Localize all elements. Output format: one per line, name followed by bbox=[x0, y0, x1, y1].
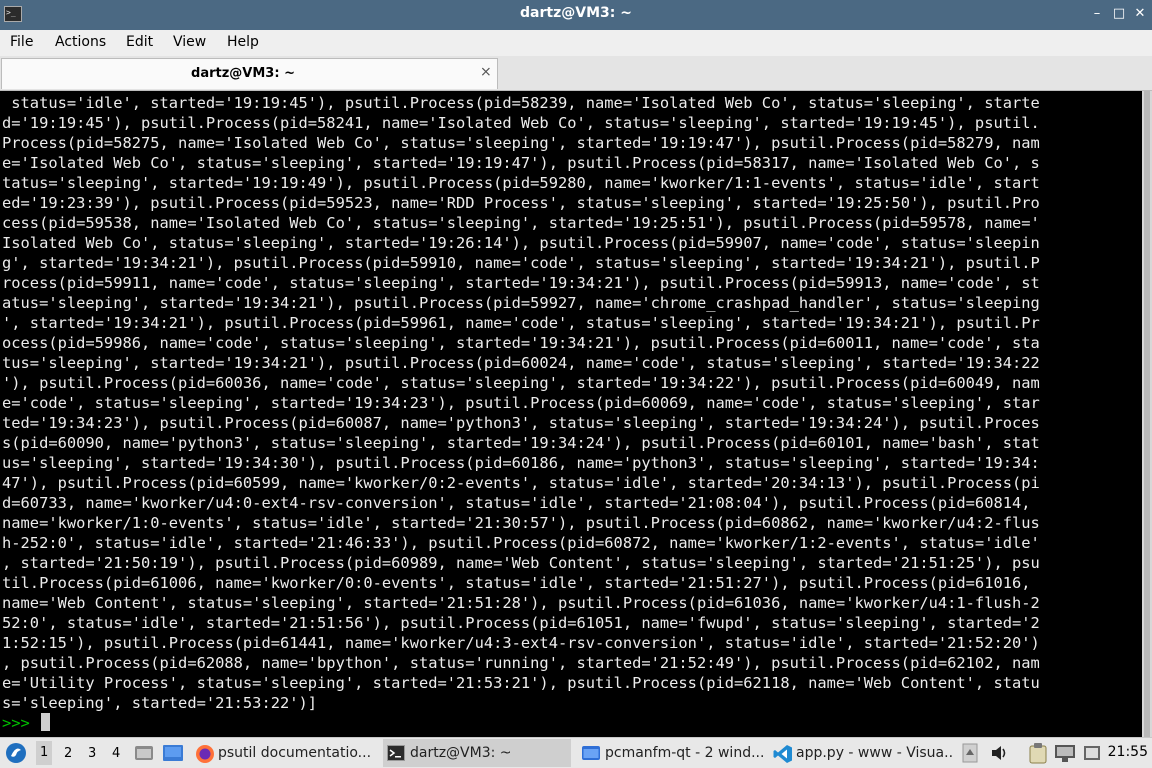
terminal-line: e='Isolated Web Co', status='sleeping', … bbox=[2, 154, 1040, 172]
terminal-line: status='idle', started='19:19:45'), psut… bbox=[2, 94, 1040, 112]
menu-help[interactable]: Help bbox=[227, 34, 259, 50]
terminal-line: 47'), psutil.Process(pid=60599, name='kw… bbox=[2, 474, 1040, 492]
desktop-1-button[interactable]: 1 bbox=[36, 741, 53, 765]
volume-icon[interactable] bbox=[990, 743, 1010, 763]
menu-view[interactable]: View bbox=[173, 34, 206, 50]
terminal-scrollbar[interactable] bbox=[1142, 91, 1152, 737]
tab-terminal[interactable]: dartz@VM3: ~ ⨯ bbox=[1, 58, 498, 89]
window-title: dartz@VM3: ~ bbox=[520, 5, 632, 21]
terminal-line: name='kworker/1:0-events', status='idle'… bbox=[2, 514, 1040, 532]
power-manager-icon[interactable] bbox=[1082, 743, 1102, 763]
task-terminal-label: dartz@VM3: ~ bbox=[410, 745, 512, 761]
text-cursor bbox=[41, 713, 50, 731]
terminal-line: e='Utility Process', status='sleeping', … bbox=[2, 674, 1040, 692]
desktop-3-button[interactable]: 3 bbox=[88, 746, 96, 761]
task-pcmanfm[interactable]: pcmanfm-qt - 2 wind... bbox=[578, 739, 763, 767]
terminal-line: e='code', status='sleeping', started='19… bbox=[2, 394, 1040, 412]
task-pcmanfm-label: pcmanfm-qt - 2 wind... bbox=[605, 745, 763, 761]
terminal-line: ted='19:34:23'), psutil.Process(pid=6008… bbox=[2, 414, 1040, 432]
menu-edit[interactable]: Edit bbox=[126, 34, 153, 50]
python-prompt: >>> bbox=[2, 714, 40, 732]
terminal-line: til.Process(pid=61006, name='kworker/0:0… bbox=[2, 574, 1031, 592]
terminal-line: s='sleeping', started='21:53:22')] bbox=[2, 694, 318, 712]
terminal-output-area[interactable]: status='idle', started='19:19:45'), psut… bbox=[0, 91, 1142, 737]
terminal-output-text: status='idle', started='19:19:45'), psut… bbox=[2, 93, 1132, 713]
close-button[interactable]: ✕ bbox=[1131, 5, 1149, 23]
scrollbar-thumb[interactable] bbox=[1144, 91, 1150, 737]
folder-icon bbox=[582, 746, 600, 760]
minimize-button[interactable]: – bbox=[1088, 5, 1106, 23]
terminal-line: d='19:19:45'), psutil.Process(pid=58241,… bbox=[2, 114, 1040, 132]
tab-bar: dartz@VM3: ~ ⨯ bbox=[0, 56, 1152, 91]
menu-file[interactable]: File bbox=[10, 34, 33, 50]
terminal-line: ', started='19:34:21'), psutil.Process(p… bbox=[2, 314, 1040, 332]
terminal-line: d=60733, name='kworker/u4:0-ext4-rsv-con… bbox=[2, 494, 1031, 512]
terminal-line: Process(pid=58275, name='Isolated Web Co… bbox=[2, 134, 1040, 152]
file-manager-launcher-icon[interactable] bbox=[134, 744, 154, 762]
menu-actions[interactable]: Actions bbox=[55, 34, 106, 50]
terminal-line: ocess(pid=59986, name='code', status='sl… bbox=[2, 334, 1040, 352]
task-vscode[interactable]: app.py - www - Visua... bbox=[770, 739, 954, 767]
terminal-line: g', started='19:34:21'), psutil.Process(… bbox=[2, 254, 1040, 272]
task-firefox[interactable]: psutil documentatio... bbox=[192, 739, 377, 767]
tab-close-icon[interactable]: ⨯ bbox=[480, 64, 492, 80]
terminal-line: s(pid=60090, name='python3', status='sle… bbox=[2, 434, 1040, 452]
desktop-2-button[interactable]: 2 bbox=[64, 746, 72, 761]
terminal-line: us='sleeping', started='19:34:30'), psut… bbox=[2, 454, 1040, 472]
terminal-line: , started='21:50:19'), psutil.Process(pi… bbox=[2, 554, 1040, 572]
desktop-4-button[interactable]: 4 bbox=[112, 746, 120, 761]
menu-bar: File Actions Edit View Help bbox=[0, 30, 1152, 56]
terminal-line: cess(pid=59538, name='Isolated Web Co', … bbox=[2, 214, 1040, 232]
network-icon[interactable] bbox=[1054, 743, 1076, 763]
firefox-icon bbox=[196, 745, 214, 763]
clock[interactable]: 21:55 bbox=[1108, 744, 1148, 760]
maximize-button[interactable]: □ bbox=[1110, 5, 1128, 23]
task-vscode-label: app.py - www - Visua... bbox=[796, 745, 954, 761]
terminal-line: Isolated Web Co', status='sleeping', sta… bbox=[2, 234, 1040, 252]
terminal-line: 52:0', status='idle', started='21:51:56'… bbox=[2, 614, 1040, 632]
terminal-line: atus='sleeping', started='19:34:21'), ps… bbox=[2, 294, 1040, 312]
terminal-icon bbox=[387, 745, 405, 761]
terminal-line: 1:52:15'), psutil.Process(pid=61441, nam… bbox=[2, 634, 1040, 652]
taskbar: 1 2 3 4 psutil documentatio... dartz@VM3… bbox=[0, 737, 1152, 768]
terminal-line: , psutil.Process(pid=62088, name='bpytho… bbox=[2, 654, 1040, 672]
start-menu-icon[interactable] bbox=[4, 741, 28, 765]
task-firefox-label: psutil documentatio... bbox=[218, 745, 372, 761]
terminal-line: tus='sleeping', started='19:34:21'), psu… bbox=[2, 354, 1040, 372]
terminal-line: name='Web Content', status='sleeping', s… bbox=[2, 594, 1040, 612]
terminal-line: h-252:0', status='idle', started='21:46:… bbox=[2, 534, 1040, 552]
tray-up-arrow-icon[interactable] bbox=[962, 743, 978, 763]
terminal-line: rocess(pid=59911, name='code', status='s… bbox=[2, 274, 1040, 292]
terminal-line: '), psutil.Process(pid=60036, name='code… bbox=[2, 374, 1040, 392]
show-desktop-icon[interactable] bbox=[162, 744, 184, 762]
window-titlebar[interactable]: >_ dartz@VM3: ~ – □ ✕ bbox=[0, 0, 1152, 30]
vscode-icon bbox=[773, 745, 792, 763]
tab-label: dartz@VM3: ~ bbox=[191, 66, 295, 81]
clipboard-icon[interactable] bbox=[1028, 742, 1048, 764]
terminal-line: tatus='sleeping', started='19:19:49'), p… bbox=[2, 174, 1040, 192]
terminal-line: ed='19:23:39'), psutil.Process(pid=59523… bbox=[2, 194, 1040, 212]
task-terminal[interactable]: dartz@VM3: ~ bbox=[383, 739, 571, 767]
